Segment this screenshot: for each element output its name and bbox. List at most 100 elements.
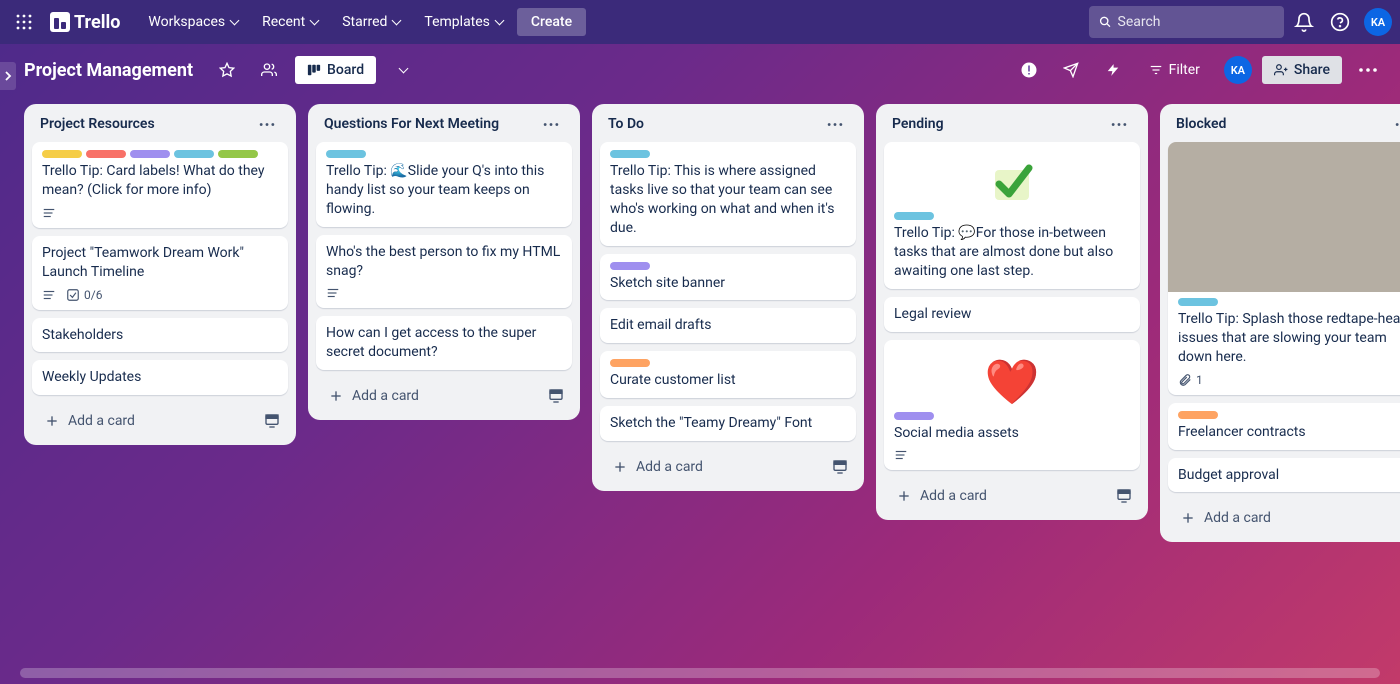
list-header: Project Resources — [32, 112, 288, 134]
list-title[interactable]: Blocked — [1176, 116, 1226, 132]
add-card-button[interactable]: Add a card — [1172, 504, 1396, 532]
filter-button[interactable]: Filter — [1139, 56, 1210, 84]
description-icon — [42, 206, 56, 220]
card-badges — [326, 286, 562, 300]
card[interactable]: Trello Tip: This is where assigned tasks… — [600, 142, 856, 246]
card-title: Curate customer list — [610, 371, 846, 390]
card[interactable]: Trello Tip: Card labels! What do they me… — [32, 142, 288, 228]
card[interactable]: Project "Teamwork Dream Work" Launch Tim… — [32, 236, 288, 310]
automation-icon[interactable] — [1097, 54, 1129, 86]
share-button[interactable]: Share — [1262, 56, 1342, 84]
label-sky[interactable] — [610, 150, 650, 158]
add-card-button[interactable]: Add a card — [888, 482, 1112, 510]
label-sky[interactable] — [1178, 298, 1218, 306]
label-red[interactable] — [86, 150, 126, 158]
nav-starred[interactable]: Starred — [332, 8, 410, 36]
card[interactable]: Legal review — [884, 297, 1140, 332]
list-title[interactable]: Questions For Next Meeting — [324, 116, 499, 132]
add-card-button[interactable]: Add a card — [36, 407, 260, 435]
description-icon — [42, 288, 56, 302]
label-sky[interactable] — [894, 212, 934, 220]
card[interactable]: How can I get access to the super secret… — [316, 316, 572, 370]
label-orange[interactable] — [1178, 411, 1218, 419]
card[interactable]: Curate customer list — [600, 351, 856, 398]
card[interactable]: Freelancer contracts — [1168, 403, 1400, 450]
list-menu-button[interactable] — [254, 118, 280, 131]
label-purple[interactable] — [610, 262, 650, 270]
list-menu-button[interactable] — [1106, 118, 1132, 131]
card[interactable]: Trello Tip: 🌊Slide your Q's into this ha… — [316, 142, 572, 227]
search-input[interactable] — [1118, 14, 1274, 30]
rocket-icon[interactable] — [1055, 54, 1087, 86]
nav-workspaces[interactable]: Workspaces — [138, 8, 248, 36]
card[interactable]: Trello Tip: 💬For those in-between tasks … — [884, 142, 1140, 289]
description-icon — [326, 286, 340, 300]
card-template-button[interactable] — [544, 384, 568, 408]
create-button[interactable]: Create — [517, 8, 586, 36]
nav-recent[interactable]: Recent — [252, 8, 328, 36]
label-orange[interactable] — [610, 359, 650, 367]
card-template-button[interactable] — [1112, 484, 1136, 508]
card-title: Project "Teamwork Dream Work" Launch Tim… — [42, 244, 278, 282]
list-menu-button[interactable] — [538, 118, 564, 131]
search-box[interactable] — [1089, 6, 1284, 38]
help-icon[interactable] — [1324, 6, 1356, 38]
nav-templates[interactable]: Templates — [414, 8, 513, 36]
card[interactable]: ❤️Social media assets — [884, 340, 1140, 471]
board-header: Project Management Board Filter KA Share — [0, 44, 1400, 96]
filter-icon — [1149, 63, 1163, 77]
card[interactable]: Stakeholders — [32, 318, 288, 353]
board-icon — [307, 63, 321, 77]
add-card-button[interactable]: Add a card — [604, 453, 828, 481]
member-avatar[interactable]: KA — [1224, 56, 1252, 84]
card[interactable]: Weekly Updates — [32, 360, 288, 395]
visibility-button[interactable] — [253, 54, 285, 86]
card-labels — [894, 212, 1130, 220]
label-purple[interactable] — [894, 412, 934, 420]
add-card-button[interactable]: Add a card — [320, 382, 544, 410]
board-menu-button[interactable] — [1352, 54, 1384, 86]
sticker-check-icon — [894, 150, 1130, 212]
card[interactable]: Sketch site banner — [600, 254, 856, 301]
card-title: Budget approval — [1178, 466, 1400, 485]
view-options-button[interactable] — [386, 54, 418, 86]
list-title[interactable]: Pending — [892, 116, 944, 132]
card-title: Trello Tip: This is where assigned tasks… — [610, 162, 846, 238]
share-icon — [1274, 63, 1288, 77]
card-title: Freelancer contracts — [1178, 423, 1400, 442]
board-canvas[interactable]: Project Resources Trello Tip: Card labels… — [0, 96, 1400, 684]
card-badges: 0/6 — [42, 288, 278, 302]
label-purple[interactable] — [130, 150, 170, 158]
list-title[interactable]: To Do — [608, 116, 644, 132]
list-footer: Add a card — [600, 449, 856, 483]
card-template-button[interactable] — [828, 455, 852, 479]
expand-sidebar-button[interactable] — [0, 62, 16, 90]
card[interactable]: Edit email drafts — [600, 308, 856, 343]
notifications-icon[interactable] — [1288, 6, 1320, 38]
card[interactable]: Who's the best person to fix my HTML sna… — [316, 235, 572, 309]
nav-recent-label: Recent — [262, 14, 305, 30]
list-title[interactable]: Project Resources — [40, 116, 155, 132]
horizontal-scrollbar[interactable] — [20, 668, 1380, 678]
label-yellow[interactable] — [42, 150, 82, 158]
card[interactable]: Budget approval — [1168, 458, 1400, 493]
card-title: Sketch site banner — [610, 274, 846, 293]
app-switcher-icon[interactable] — [14, 12, 34, 32]
alert-icon[interactable] — [1013, 54, 1045, 86]
trello-logo[interactable]: Trello — [44, 8, 126, 37]
label-sky[interactable] — [174, 150, 214, 158]
star-button[interactable] — [211, 54, 243, 86]
label-lime[interactable] — [218, 150, 258, 158]
card-template-button[interactable] — [1396, 506, 1400, 530]
list-menu-button[interactable] — [1390, 118, 1400, 131]
label-sky[interactable] — [326, 150, 366, 158]
user-avatar[interactable]: KA — [1364, 8, 1392, 36]
card[interactable]: Trello Tip: Splash those redtape-heavy i… — [1168, 142, 1400, 395]
chevron-down-icon — [494, 14, 503, 30]
list-menu-button[interactable] — [822, 118, 848, 131]
board-title[interactable]: Project Management — [16, 60, 201, 81]
card-template-button[interactable] — [260, 409, 284, 433]
board-view-switcher[interactable]: Board — [295, 56, 376, 84]
nav-workspaces-label: Workspaces — [148, 14, 225, 30]
card[interactable]: Sketch the "Teamy Dreamy" Font — [600, 406, 856, 441]
